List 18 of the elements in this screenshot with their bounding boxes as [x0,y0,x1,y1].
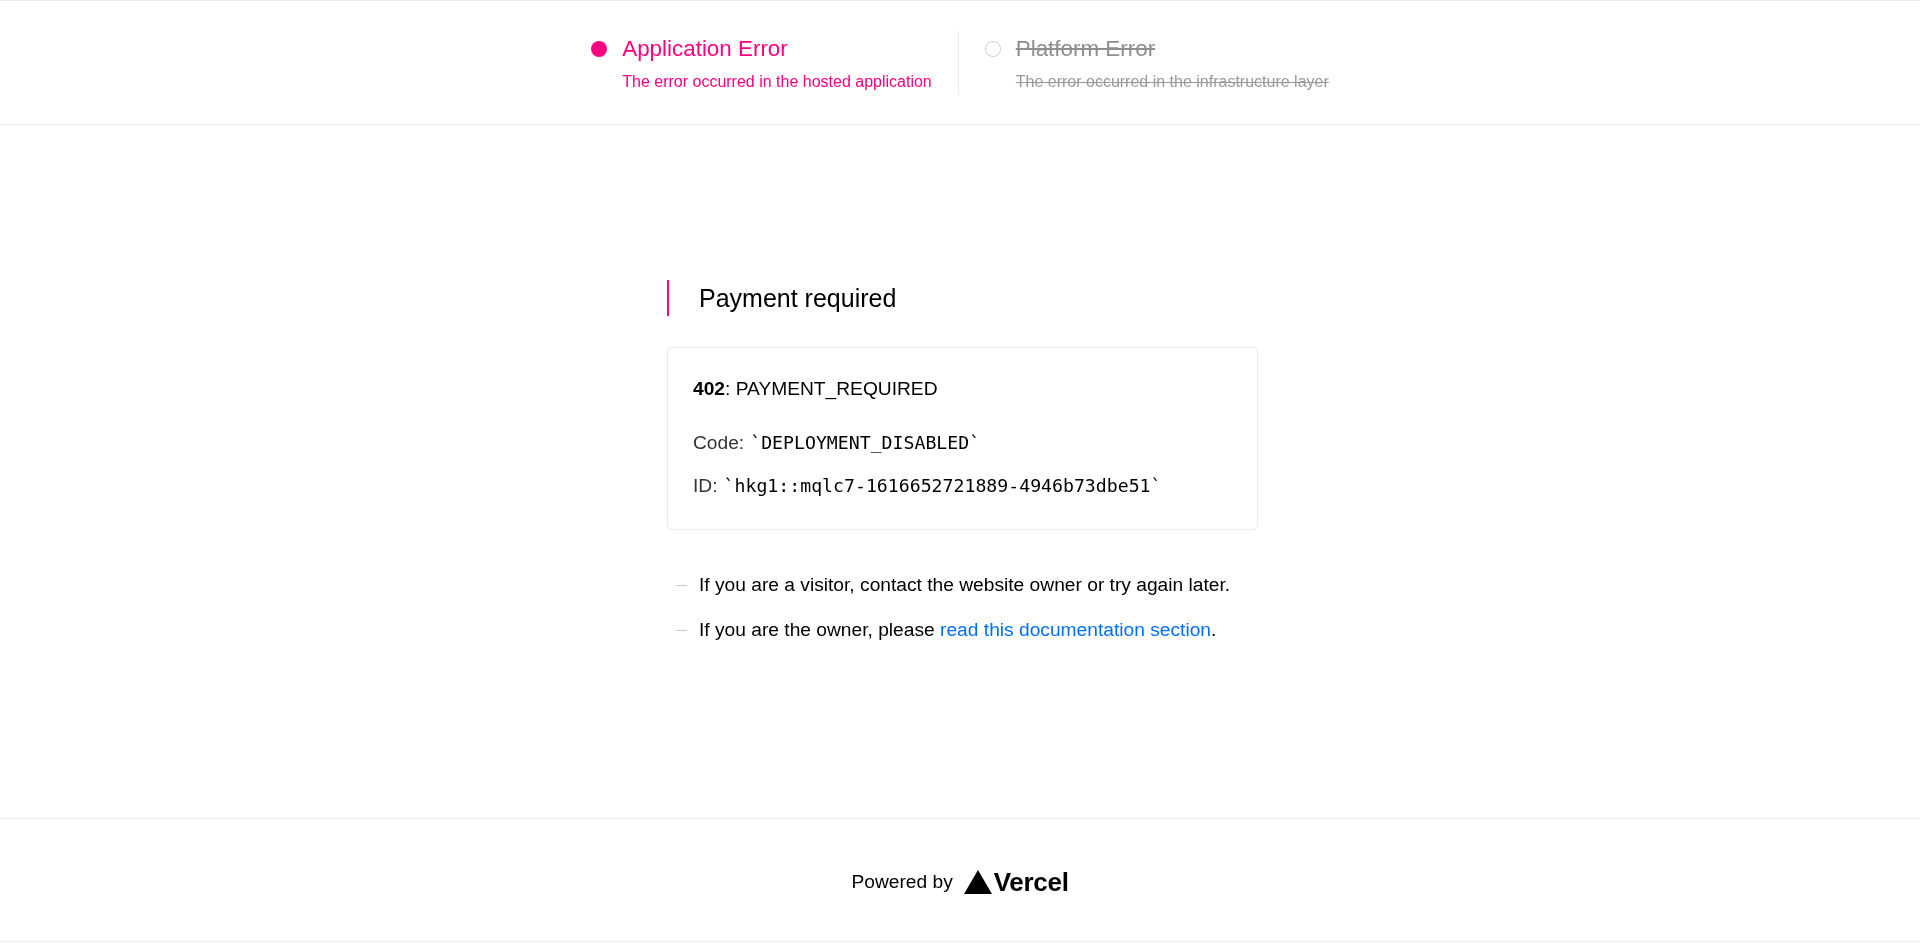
note-text: If you are a visitor, contact the website owner or try again later. [699,573,1231,597]
id-value: `hkg1::mqlc7-1616652721889-4946b73dbe51` [723,474,1162,498]
page-heading: Payment required [699,283,897,314]
logo-link[interactable]: Vercel [963,868,1069,896]
id-label: ID: [693,474,718,498]
documentation-link[interactable]: read this documentation section [940,619,1211,640]
note-text: If you are the owner, please read this documentation section. [699,618,1217,642]
dash-icon [676,584,687,586]
dash-icon [676,629,687,631]
error-type-description: The error occurred in the infrastructure layer [1015,72,1329,91]
error-type-description: The error occurred in the hosted application [622,72,932,91]
powered-by-label: Powered by [851,870,953,894]
code-value: `DEPLOYMENT_DISABLED` [750,431,981,455]
triangle-logo-icon [963,870,992,894]
code-label: Code: [693,431,745,455]
error-status: 402: PAYMENT_REQUIRED [693,377,938,401]
error-type-title: Platform Error [1015,35,1156,63]
error-type-title: Application Error [622,35,788,63]
